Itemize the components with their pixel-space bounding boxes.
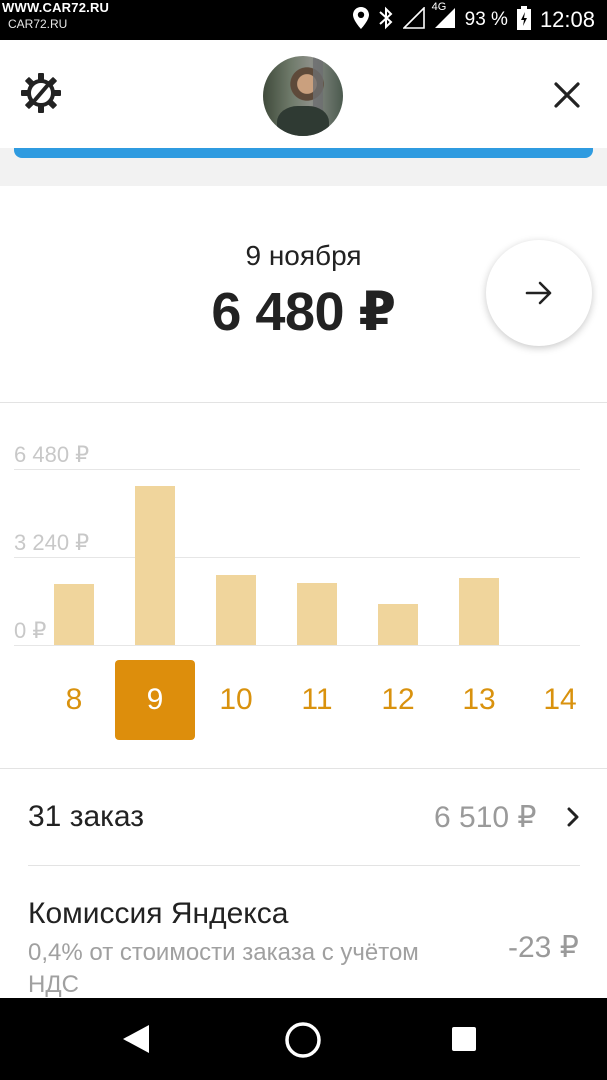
back-icon[interactable] <box>121 1023 151 1060</box>
close-icon[interactable] <box>552 80 582 110</box>
watermark: WWW.CAR72.RU <box>2 0 110 15</box>
home-icon[interactable] <box>284 1021 322 1064</box>
chart-bar[interactable] <box>216 575 256 645</box>
orders-count: 31 заказ <box>28 800 145 833</box>
commission-title: Комиссия Яндекса <box>28 897 289 930</box>
location-icon <box>352 6 369 34</box>
chart-bar[interactable] <box>459 577 499 645</box>
gear-icon[interactable] <box>20 72 62 114</box>
top-bar <box>0 40 607 148</box>
watermark-secondary: CAR72.RU <box>8 17 68 31</box>
chart-bar[interactable] <box>297 582 337 645</box>
bluetooth-icon <box>378 6 394 35</box>
gridline <box>14 557 580 558</box>
system-nav-bar <box>0 998 607 1080</box>
day-label[interactable]: 10 <box>196 660 276 740</box>
battery-icon <box>516 5 531 35</box>
clock: 12:08 <box>539 7 595 32</box>
earnings-chart: 6 480 ₽ 3 240 ₽ 0 ₽ 8 9 10 11 12 13 14 <box>0 404 607 764</box>
day-label[interactable]: 9 <box>115 660 195 740</box>
commission-subtitle-line: 0,4% от стоимости заказа с учётом <box>28 939 419 966</box>
day-label[interactable]: 11 <box>277 660 357 740</box>
chart-bar[interactable] <box>54 583 94 645</box>
status-bar: WWW.CAR72.RU CAR72.RU 4G 93 % 12:08 <box>0 0 607 40</box>
gridline <box>14 645 580 646</box>
orders-total: 6 510 ₽ <box>434 801 537 834</box>
y-tick-label: 0 ₽ <box>14 618 47 643</box>
divider <box>0 402 607 403</box>
divider <box>28 865 580 866</box>
commission-subtitle-line: НДС <box>28 971 79 998</box>
next-day-button[interactable] <box>486 240 592 346</box>
y-tick-label: 3 240 ₽ <box>14 530 90 555</box>
day-label[interactable]: 12 <box>358 660 438 740</box>
battery-percent: 93 % <box>464 9 508 30</box>
y-tick-label: 6 480 ₽ <box>14 442 90 467</box>
day-label[interactable]: 13 <box>439 660 519 740</box>
divider <box>0 768 607 769</box>
arrow-right-icon <box>525 281 552 305</box>
commission-value: -23 ₽ <box>508 931 579 964</box>
gridline <box>14 469 580 470</box>
accent-strip <box>14 148 593 158</box>
commission-subtitle: 0,4% от стоимости заказа с учётом НДС <box>28 937 419 1001</box>
network-type: 4G <box>431 0 447 13</box>
avatar[interactable] <box>263 56 343 136</box>
chart-bar[interactable] <box>135 486 175 645</box>
signal-empty-icon <box>401 5 425 34</box>
day-label[interactable]: 8 <box>34 660 114 740</box>
recents-icon[interactable] <box>451 1026 477 1057</box>
signal-4g-icon: 4G <box>432 1 456 34</box>
chevron-right-icon <box>566 807 580 832</box>
chart-bar[interactable] <box>378 603 418 645</box>
day-label[interactable]: 14 <box>520 660 600 740</box>
